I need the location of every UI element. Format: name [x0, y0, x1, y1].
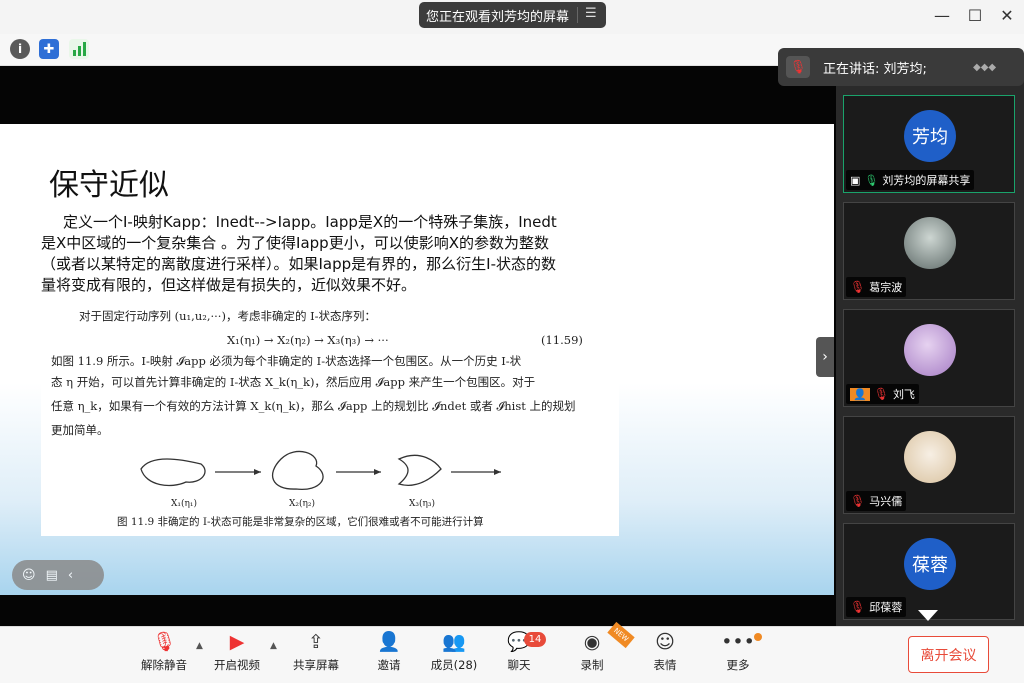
participant-name: 葛宗波 — [869, 281, 903, 294]
notification-dot — [754, 633, 762, 641]
share-screen-button[interactable]: ⇪ 共享屏幕 — [286, 630, 346, 680]
slide-body: 定义一个I-映射Kapp：Inedt-->Iapp。Iapp是X的一个特殊子集族… — [41, 213, 557, 294]
list-icon[interactable]: ☰ — [585, 6, 597, 21]
participant-name: 马兴儒 — [869, 495, 903, 508]
chat-label: 聊天 — [507, 658, 531, 672]
participant-name: 刘芳均的屏幕共享 — [882, 174, 971, 187]
book-equation: X₁(η₁) → X₂(η₂) → X₃(η₃) → ··· — [227, 333, 389, 347]
participant-tile[interactable]: 👤 🎙 刘飞 — [843, 309, 1015, 407]
equation-number: (11.59) — [541, 333, 583, 347]
close-button[interactable]: ✕ — [995, 6, 1019, 25]
invite-label: 邀请 — [377, 658, 401, 672]
mic-muted-icon: 🎙 — [151, 631, 177, 653]
viewing-text: 您正在观看刘芳均的屏幕 — [426, 9, 570, 25]
mic-on-icon: 🎙 — [864, 173, 879, 187]
tile-label: 👤 🎙 刘飞 — [846, 384, 919, 404]
record-label: 录制 — [580, 658, 604, 672]
start-video-button[interactable]: ▶ 开启视频 — [207, 630, 267, 680]
video-off-icon: ▶ — [229, 631, 245, 653]
divider — [577, 7, 578, 23]
add-user-icon: 👤 — [377, 631, 401, 653]
shield-icon[interactable]: ✚ — [39, 39, 59, 59]
emoji-label: 表情 — [653, 658, 677, 672]
book-line: 如图 11.9 所示。I-映射 𝓘app 必须为每个非确定的 I-状态选择一个包… — [51, 354, 522, 368]
chat-badge: 14 — [524, 632, 546, 647]
mic-muted-icon: 🎙 — [850, 494, 866, 508]
info-icon[interactable]: i — [10, 39, 30, 59]
avatar — [904, 217, 956, 269]
participant-tile[interactable]: 🎙 马兴儒 — [843, 416, 1015, 514]
presentation-slide: 保守近似 定义一个I-映射Kapp：Inedt-->Iapp。Iapp是X的一个… — [0, 124, 834, 595]
speaking-text: 正在讲话: 刘芳均; — [823, 61, 927, 77]
chevron-up-icon[interactable]: ▲ — [270, 641, 277, 651]
participant-tile[interactable]: 🎙 葛宗波 — [843, 202, 1015, 300]
avatar: 葆蓉 — [904, 538, 956, 590]
share-screen-label: 共享屏幕 — [293, 658, 339, 672]
viewing-screen-indicator[interactable]: 您正在观看刘芳均的屏幕 ☰ — [419, 2, 606, 28]
participant-name: 邱葆蓉 — [869, 601, 903, 614]
floating-controls[interactable]: ☺ ▤ ‹ — [12, 560, 104, 590]
figure-caption: 图 11.9 非确定的 I-状态可能是非常复杂的区域，它们很难或者不可能进行计算 — [117, 516, 484, 528]
unmute-label: 解除静音 — [141, 658, 187, 672]
participant-tile[interactable]: 葆蓉 🎙 邱葆蓉 — [843, 523, 1015, 620]
scroll-down-icon[interactable] — [918, 610, 938, 621]
maximize-button[interactable]: ☐ — [963, 6, 987, 25]
chevron-up-icon[interactable]: ▲ — [196, 641, 203, 651]
tile-label: 🎙 邱葆蓉 — [846, 597, 907, 617]
signal-icon[interactable] — [69, 39, 89, 59]
mic-muted-icon: 🎙 — [873, 387, 889, 401]
avatar — [904, 431, 956, 483]
participant-name: 刘飞 — [892, 388, 915, 401]
book-line: 对于固定行动序列 (u₁,u₂,···)，考虑非确定的 I-状态序列： — [79, 309, 377, 323]
start-video-label: 开启视频 — [214, 658, 260, 672]
slide-title: 保守近似 — [49, 168, 169, 203]
share-screen-icon: ⇪ — [308, 631, 324, 653]
tile-label: 🎙 葛宗波 — [846, 277, 907, 297]
host-icon: 👤 — [850, 387, 870, 401]
emoji-icon[interactable]: ☺ — [22, 568, 36, 583]
minimize-button[interactable]: — — [930, 6, 954, 25]
speaking-wave-icon: ◆◆◆ — [973, 62, 997, 73]
screen-share-icon: ▣ — [850, 173, 861, 187]
mic-muted-icon: 🎙 — [850, 280, 866, 294]
more-label: 更多 — [726, 658, 750, 672]
avatar — [904, 324, 956, 376]
mic-muted-icon: 🎙 — [850, 600, 866, 614]
avatar: 芳均 — [904, 110, 956, 162]
unmute-button[interactable]: 🎙 解除静音 — [134, 630, 194, 680]
chevron-left-icon[interactable]: ‹ — [68, 568, 73, 583]
leave-meeting-button[interactable]: 离开会议 — [908, 636, 989, 673]
book-line: 态 η 开始，可以首先计算非确定的 I-状态 X_k(η_k)，然后应用 𝓘ap… — [51, 375, 536, 389]
members-label: 成员(28) — [430, 658, 478, 672]
emoji-icon: ☺ — [655, 631, 675, 653]
members-button[interactable]: 👥 成员(28) — [424, 630, 484, 680]
speaking-indicator: 🎙 正在讲话: 刘芳均; ◆◆◆ — [778, 48, 1024, 86]
mic-muted-icon: 🎙 — [786, 56, 810, 78]
tile-label: ▣ 🎙 刘芳均的屏幕共享 — [846, 170, 975, 190]
book-excerpt-image: 对于固定行动序列 (u₁,u₂,···)，考虑非确定的 I-状态序列： X₁(η… — [41, 306, 619, 536]
book-line: 更加简单。 — [51, 423, 109, 437]
emoji-button[interactable]: ☺ 表情 — [635, 630, 695, 680]
chevron-right-icon[interactable]: › — [816, 337, 834, 377]
members-icon: 👥 — [442, 631, 466, 653]
tile-label: 🎙 马兴儒 — [846, 491, 907, 511]
comment-icon[interactable]: ▤ — [46, 568, 58, 583]
invite-button[interactable]: 👤 邀请 — [359, 630, 419, 680]
book-line: 任意 η_k，如果有一个有效的方法计算 X_k(η_k)，那么 𝓘app 上的规… — [51, 399, 576, 413]
participant-tile[interactable]: 芳均 ▣ 🎙 刘芳均的屏幕共享 — [843, 95, 1015, 193]
